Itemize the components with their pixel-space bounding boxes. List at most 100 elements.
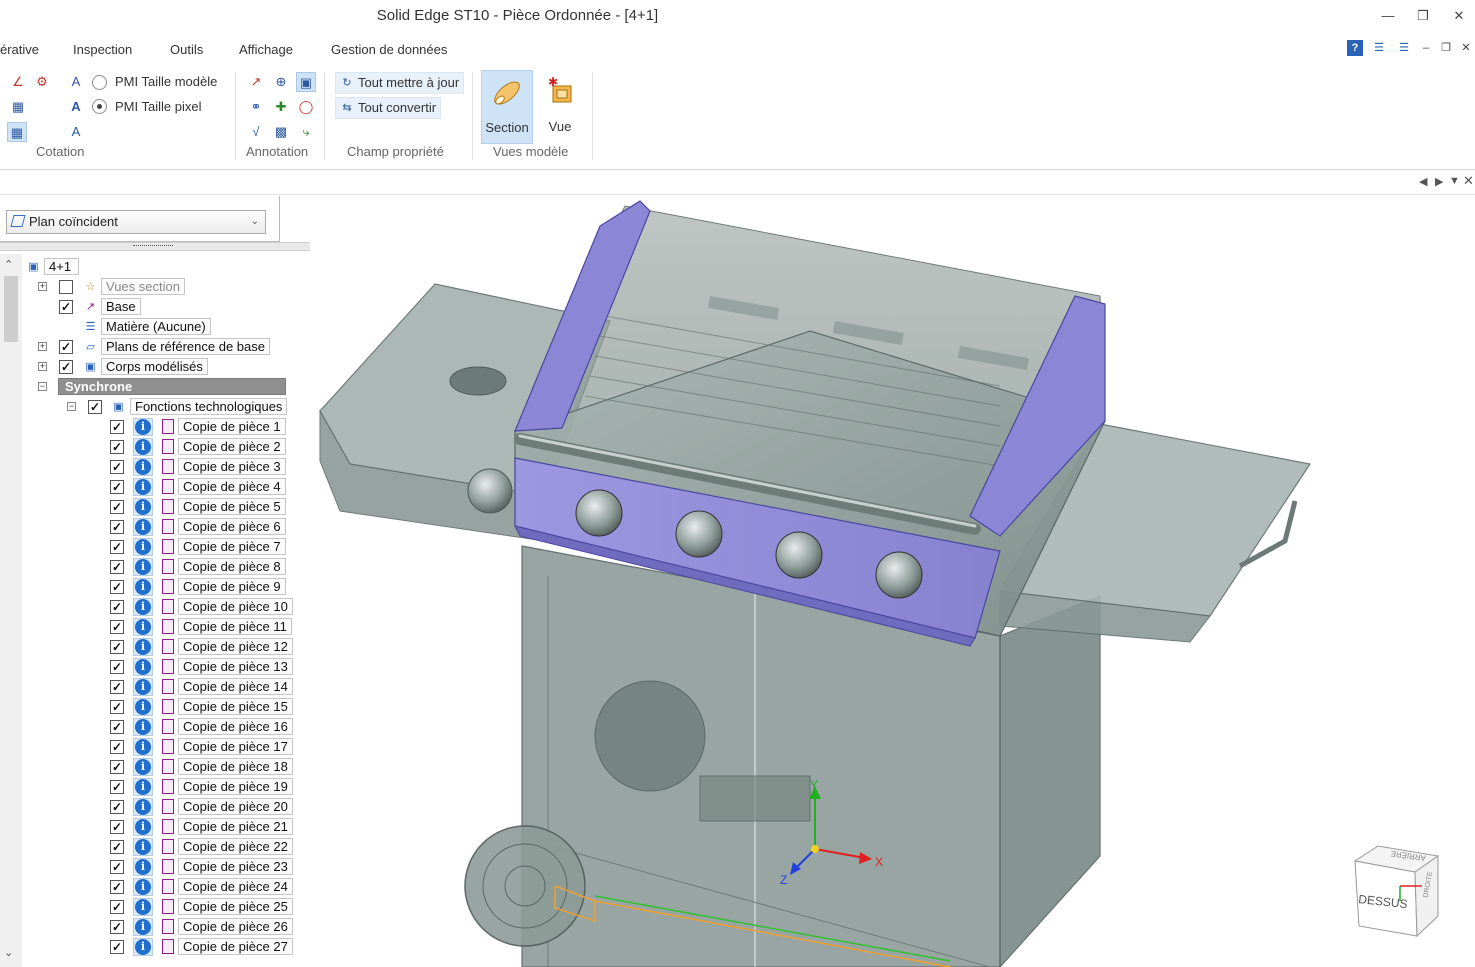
tree-copie-de-piece[interactable]: ✓ i Copie de pièce 3 <box>0 458 310 476</box>
doc-restore-icon[interactable]: ❐ <box>1438 40 1454 56</box>
visibility-checkbox[interactable]: ✓ <box>110 460 124 474</box>
tree-copie-de-piece[interactable]: ✓ i Copie de pièce 18 <box>0 758 310 776</box>
tree-copie-de-piece[interactable]: ✓ i Copie de pièce 21 <box>0 818 310 836</box>
tree-corps-modelises[interactable]: + ✓ ▣ Corps modélisés <box>0 358 310 376</box>
tab-affichage[interactable]: Affichage <box>239 42 293 57</box>
edge-condition-icon[interactable]: ✚ <box>271 97 291 117</box>
visibility-checkbox[interactable]: ✓ <box>110 480 124 494</box>
scroll-right-icon[interactable]: ▶ <box>1435 175 1443 188</box>
dropdown-icon[interactable]: ▼ <box>1449 175 1460 187</box>
options-icon[interactable]: ☰ <box>1371 40 1387 56</box>
convert-all-button[interactable]: ⇆ Tout convertir <box>335 97 442 119</box>
tree-vues-section[interactable]: + ☆ Vues section <box>0 278 310 296</box>
tree-copie-de-piece[interactable]: ✓ i Copie de pièce 27 <box>0 938 310 956</box>
tree-copie-de-piece[interactable]: ✓ i Copie de pièce 17 <box>0 738 310 756</box>
visibility-checkbox[interactable]: ✓ <box>59 340 73 354</box>
visibility-checkbox[interactable]: ✓ <box>110 800 124 814</box>
visibility-checkbox[interactable]: ✓ <box>110 660 124 674</box>
tree-copie-de-piece[interactable]: ✓ i Copie de pièce 6 <box>0 518 310 536</box>
visibility-checkbox[interactable]: ✓ <box>110 700 124 714</box>
tree-copie-de-piece[interactable]: ✓ i Copie de pièce 2 <box>0 438 310 456</box>
tree-copie-de-piece[interactable]: ✓ i Copie de pièce 22 <box>0 838 310 856</box>
tree-copie-de-piece[interactable]: ✓ i Copie de pièce 4 <box>0 478 310 496</box>
visibility-checkbox[interactable]: ✓ <box>110 920 124 934</box>
pathfinder-splitter[interactable] <box>0 242 310 251</box>
dimension-icon[interactable]: ∠ <box>8 72 28 92</box>
tree-copie-de-piece[interactable]: ✓ i Copie de pièce 5 <box>0 498 310 516</box>
tree-copie-de-piece[interactable]: ✓ i Copie de pièce 1 <box>0 418 310 436</box>
tree-copie-de-piece[interactable]: ✓ i Copie de pièce 9 <box>0 578 310 596</box>
text-scale-icon[interactable]: A <box>66 122 86 142</box>
visibility-checkbox[interactable]: ✓ <box>110 720 124 734</box>
visibility-checkbox[interactable]: ✓ <box>110 500 124 514</box>
minimize-button[interactable]: — <box>1376 6 1400 26</box>
graphics-viewport[interactable]: Y X Z DESSUS ARRIÈRE DROITE <box>310 196 1475 967</box>
layout-icon[interactable]: ☰ <box>1396 40 1412 56</box>
visibility-checkbox[interactable]: ✓ <box>110 520 124 534</box>
help-icon[interactable]: ? <box>1347 40 1363 56</box>
burner-knob-3[interactable] <box>775 531 823 579</box>
expand-icon[interactable]: + <box>38 362 47 371</box>
visibility-checkbox[interactable]: ✓ <box>110 880 124 894</box>
restore-button[interactable]: ❐ <box>1411 6 1435 26</box>
visibility-checkbox[interactable]: ✓ <box>110 580 124 594</box>
weld-symbol-icon[interactable]: √ <box>246 122 266 142</box>
scroll-left-icon[interactable]: ◀ <box>1419 175 1427 188</box>
visibility-checkbox[interactable]: ✓ <box>110 740 124 754</box>
visibility-checkbox[interactable]: ✓ <box>110 620 124 634</box>
coordinate-dimension-icon[interactable]: ▦ <box>8 97 28 117</box>
tree-fonctions-technologiques[interactable]: − ✓ ▣ Fonctions technologiques <box>0 398 310 416</box>
grill-model[interactable]: Y X Z DESSUS ARRIÈRE DROITE <box>310 196 1475 967</box>
visibility-checkbox[interactable]: ✓ <box>110 440 124 454</box>
visibility-checkbox[interactable]: ✓ <box>110 640 124 654</box>
visibility-checkbox[interactable]: ✓ <box>110 560 124 574</box>
tree-copie-de-piece[interactable]: ✓ i Copie de pièce 15 <box>0 698 310 716</box>
pmi-model-size-radio[interactable] <box>92 75 107 90</box>
visibility-checkbox[interactable]: ✓ <box>110 840 124 854</box>
burner-knob-4[interactable] <box>875 551 923 599</box>
tree-copie-de-piece[interactable]: ✓ i Copie de pièce 20 <box>0 798 310 816</box>
tree-matiere[interactable]: ☰ Matière (Aucune) <box>0 318 310 336</box>
tree-copie-de-piece[interactable]: ✓ i Copie de pièce 25 <box>0 898 310 916</box>
tree-plans-reference[interactable]: + ✓ ▱ Plans de référence de base <box>0 338 310 356</box>
visibility-checkbox[interactable]: ✓ <box>59 300 73 314</box>
connector-icon[interactable]: ⤷ <box>296 122 316 142</box>
tree-root[interactable]: ▣ 4+1 <box>0 258 310 276</box>
visibility-checkbox[interactable]: ✓ <box>110 600 124 614</box>
tree-copie-de-piece[interactable]: ✓ i Copie de pièce 24 <box>0 878 310 896</box>
tree-copie-de-piece[interactable]: ✓ i Copie de pièce 16 <box>0 718 310 736</box>
visibility-checkbox[interactable]: ✓ <box>110 420 124 434</box>
close-button[interactable]: ✕ <box>1447 6 1471 26</box>
update-all-button[interactable]: ↻ Tout mettre à jour <box>335 72 465 94</box>
visibility-checkbox[interactable]: ✓ <box>110 540 124 554</box>
view-button[interactable]: ✱ Vue <box>534 70 586 144</box>
visibility-checkbox[interactable]: ✓ <box>110 900 124 914</box>
datum-frame-icon[interactable]: ▩ <box>271 122 291 142</box>
tree-base[interactable]: ✓ ↗ Base <box>0 298 310 316</box>
text-dimension-icon[interactable]: A <box>66 72 86 92</box>
visibility-checkbox[interactable]: ✓ <box>110 860 124 874</box>
visibility-checkbox[interactable]: ✓ <box>110 780 124 794</box>
callout-icon[interactable]: ↗ <box>246 72 266 92</box>
tab-gestion-donnees[interactable]: Gestion de données <box>331 42 447 57</box>
section-button[interactable]: Section <box>481 70 533 144</box>
burner-knob-1[interactable] <box>575 489 623 537</box>
pmi-pixel-size-radio[interactable] <box>92 99 107 114</box>
tree-copie-de-piece[interactable]: ✓ i Copie de pièce 8 <box>0 558 310 576</box>
plan-select[interactable]: Plan coïncident ⌄ <box>6 210 266 234</box>
tree-copie-de-piece[interactable]: ✓ i Copie de pièce 12 <box>0 638 310 656</box>
close-panel-icon[interactable]: ✕ <box>1463 173 1474 189</box>
visibility-checkbox[interactable]: ✓ <box>88 400 102 414</box>
text-size-icon[interactable]: A <box>66 97 86 117</box>
doc-minimize-icon[interactable]: – <box>1418 40 1434 56</box>
tree-synchrone[interactable]: − Synchrone <box>0 378 310 396</box>
burner-knob-2[interactable] <box>675 510 723 558</box>
feature-control-icon[interactable]: ▣ <box>296 72 316 92</box>
visibility-checkbox[interactable]: ✓ <box>59 360 73 374</box>
collapse-icon[interactable]: − <box>38 382 47 391</box>
tree-copie-de-piece[interactable]: ✓ i Copie de pièce 11 <box>0 618 310 636</box>
expand-icon[interactable]: + <box>38 342 47 351</box>
tree-copie-de-piece[interactable]: ✓ i Copie de pièce 23 <box>0 858 310 876</box>
visibility-checkbox[interactable] <box>59 280 73 294</box>
tree-copie-de-piece[interactable]: ✓ i Copie de pièce 26 <box>0 918 310 936</box>
